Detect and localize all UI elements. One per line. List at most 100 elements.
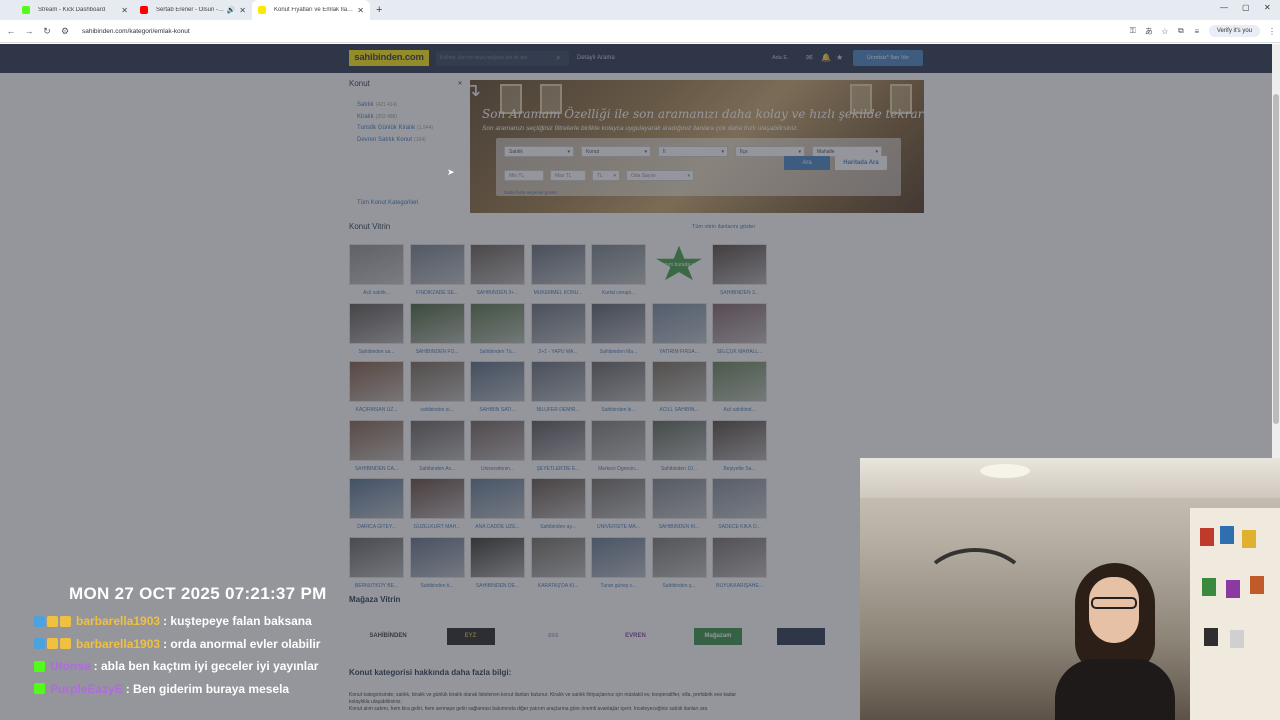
verify-profile-button[interactable]: Verify it's you [1208, 25, 1260, 37]
showcase-listing[interactable]: BÜYÜKKARIŞAHE... [712, 536, 767, 589]
listing-photo[interactable] [712, 302, 767, 344]
showcase-listing[interactable]: SELÇUK MAHALL... [712, 302, 767, 355]
listing-photo[interactable] [349, 361, 404, 402]
site-logo[interactable]: sahibinden.com [349, 50, 429, 66]
listing-photo[interactable] [349, 478, 404, 519]
showcase-listing[interactable]: İlanım burada yer alsın [651, 244, 707, 290]
listing-title[interactable]: ÜNİVERSİTE MA... [591, 524, 646, 530]
showcase-listing[interactable]: SAHİBİNDEN 3+... [470, 244, 525, 296]
translate-icon[interactable]: あ [1141, 26, 1157, 37]
showcase-listing[interactable]: Sahibinden Av... [409, 419, 465, 472]
listing-photo[interactable] [530, 302, 586, 344]
listing-photo[interactable] [651, 361, 707, 402]
banner-filter-field[interactable]: Min TL [504, 170, 544, 181]
showcase-listing[interactable]: Sahibinden Ma... [591, 302, 646, 355]
listing-photo[interactable] [409, 361, 465, 402]
showcase-listing[interactable]: GÜZELKURT MAH... [409, 478, 465, 530]
listing-title[interactable]: NİLÜFER DEMİR... [531, 407, 586, 413]
listing-title[interactable]: ANA CADDE ÜZE... [470, 524, 525, 530]
listing-title[interactable]: SAHİBİNDEN FO... [410, 349, 465, 355]
listing-photo[interactable] [530, 419, 586, 461]
listing-title[interactable]: YATIRIM FIRSA... [652, 349, 707, 355]
password-key-icon[interactable]: ⚿ [1125, 26, 1141, 36]
showcase-listing[interactable]: Sahibinden ş... [651, 536, 707, 589]
banner-filter-field[interactable]: Oda Sayısı ▾ [626, 170, 694, 181]
listing-photo[interactable] [712, 361, 767, 402]
showcase-listing[interactable]: ANA CADDE ÜZE... [470, 478, 525, 530]
listing-title[interactable]: SAHİBİNDEN Kİ... [652, 524, 707, 530]
showcase-listing[interactable]: SAHİBİNDEN 3... [712, 244, 767, 296]
listing-title[interactable]: Sahibinden ki... [591, 407, 646, 413]
listing-photo[interactable] [409, 302, 465, 344]
showcase-listing[interactable]: Sahibinden ki... [591, 361, 646, 413]
listing-title[interactable]: Sahibinden 10... [652, 466, 707, 472]
showcase-listing[interactable]: ÜNİVERSİTE MA... [591, 478, 646, 530]
listing-photo[interactable] [409, 419, 465, 461]
listing-title[interactable]: Sahibinden ş... [652, 583, 707, 589]
listing-title[interactable]: BÜYÜKKARIŞAHE... [712, 583, 767, 589]
showcase-listing[interactable]: YATIRIM FIRSA... [651, 302, 707, 355]
listing-title[interactable]: SAHİBİNDEN 3... [712, 290, 767, 296]
listing-title[interactable]: KAÇIRMSAN ÜZ... [349, 407, 404, 413]
listing-title[interactable]: Sahibinden Tü... [470, 349, 525, 355]
more-options-link[interactable]: Daha fazla seçenek göster [504, 190, 557, 195]
bookmark-star-icon[interactable]: ☆ [1157, 27, 1173, 36]
store-logo[interactable] [776, 628, 825, 645]
listing-title[interactable]: SAHİBİNDEN CA... [349, 466, 404, 472]
close-window-icon[interactable]: ✕ [1264, 3, 1271, 12]
post-ad-button[interactable]: Ücretsiz* İlan Ver [853, 50, 923, 66]
forward-icon[interactable]: → [20, 26, 38, 36]
showcase-listing[interactable]: Turan güneş c... [591, 536, 646, 589]
listing-photo[interactable] [409, 478, 465, 519]
listing-title[interactable]: 2+1 - YAPU MA... [531, 349, 586, 355]
listing-photo[interactable] [470, 302, 525, 344]
showcase-listing[interactable]: SAHİBİNDEN CA... [349, 419, 404, 472]
listing-photo[interactable] [470, 419, 525, 461]
listing-title[interactable]: Turan güneş c... [591, 583, 646, 589]
listing-title[interactable]: sahibinden si... [410, 407, 465, 413]
browser-tab-1[interactable]: Sertab Erener - Olsun - You 🔊 ✕ [134, 0, 252, 20]
showcase-listing[interactable]: SAHİBİN SATI... [470, 361, 525, 413]
listing-title[interactable]: Sahibinden ay... [531, 524, 586, 530]
listing-photo[interactable] [470, 536, 525, 578]
showcase-listing[interactable]: 2+1 - YAPU MA... [530, 302, 586, 355]
showcase-listing[interactable]: ŞEYETLER'DE E... [530, 419, 586, 472]
showcase-listing[interactable]: SADECE KIKA Ö... [712, 478, 767, 530]
listing-title[interactable]: Sahibinden Av... [410, 466, 465, 472]
showcase-listing[interactable]: SAHİBİNDEN FO... [409, 302, 465, 355]
listing-photo[interactable] [530, 361, 586, 402]
listing-title[interactable]: SAHİBİN SATI... [470, 407, 525, 413]
listing-photo[interactable] [409, 244, 465, 285]
showcase-listing[interactable]: Acil sahibind... [712, 361, 767, 413]
listing-title[interactable]: DARICA GİTEY... [349, 524, 404, 530]
listing-photo[interactable] [712, 244, 767, 285]
showcase-listing[interactable]: KAÇIRMSAN ÜZ... [349, 361, 404, 413]
listing-title[interactable]: Acil sahibind... [712, 407, 767, 413]
detailed-search-link[interactable]: Detaylı Arama [577, 55, 615, 61]
listing-title[interactable]: BERNUTKÖY BE... [349, 583, 404, 589]
notification-bell-icon[interactable]: 🔔 [821, 53, 831, 62]
showcase-listing[interactable]: Sahibinden sa... [349, 302, 404, 355]
listing-title[interactable]: KARATAŞ'DA Kİ... [531, 583, 586, 589]
audio-playing-icon[interactable]: 🔊 [227, 6, 236, 14]
category-link[interactable]: Turistik Günlük Kiralık (1.944) [357, 125, 433, 131]
showcase-listing[interactable]: MÜKEMMEL KONU... [530, 244, 586, 296]
listing-photo[interactable] [349, 419, 404, 461]
showcase-listing[interactable]: SAHİBİNDEN Kİ... [651, 478, 707, 530]
showcase-listing[interactable]: Beşiyetle Sa... [712, 419, 767, 472]
category-link[interactable]: Kiralık (202.488) [357, 114, 397, 120]
user-menu[interactable]: Ada E. [772, 55, 789, 61]
listing-photo[interactable] [530, 478, 586, 519]
banner-close-icon[interactable]: ✕ [455, 80, 465, 88]
showcase-listing[interactable]: DARICA GİTEY... [349, 478, 404, 530]
store-logo[interactable]: ≡≡≡ [529, 628, 577, 645]
browser-tab-2[interactable]: Konut Fiyatları ve Emlak İlanla ✕ [252, 0, 370, 20]
listing-photo[interactable] [470, 478, 525, 519]
listing-title[interactable]: ACİLL SAHİBİN... [652, 407, 707, 413]
listing-title[interactable]: SAHİBİNDEN 3+... [470, 290, 525, 296]
store-logo[interactable]: EYZ [446, 628, 495, 645]
showcase-all-link[interactable]: Tüm vitrin ilanlarını göster [692, 224, 755, 230]
listing-photo[interactable] [591, 536, 646, 578]
listing-photo[interactable] [651, 478, 707, 519]
listing-photo[interactable] [530, 536, 586, 578]
